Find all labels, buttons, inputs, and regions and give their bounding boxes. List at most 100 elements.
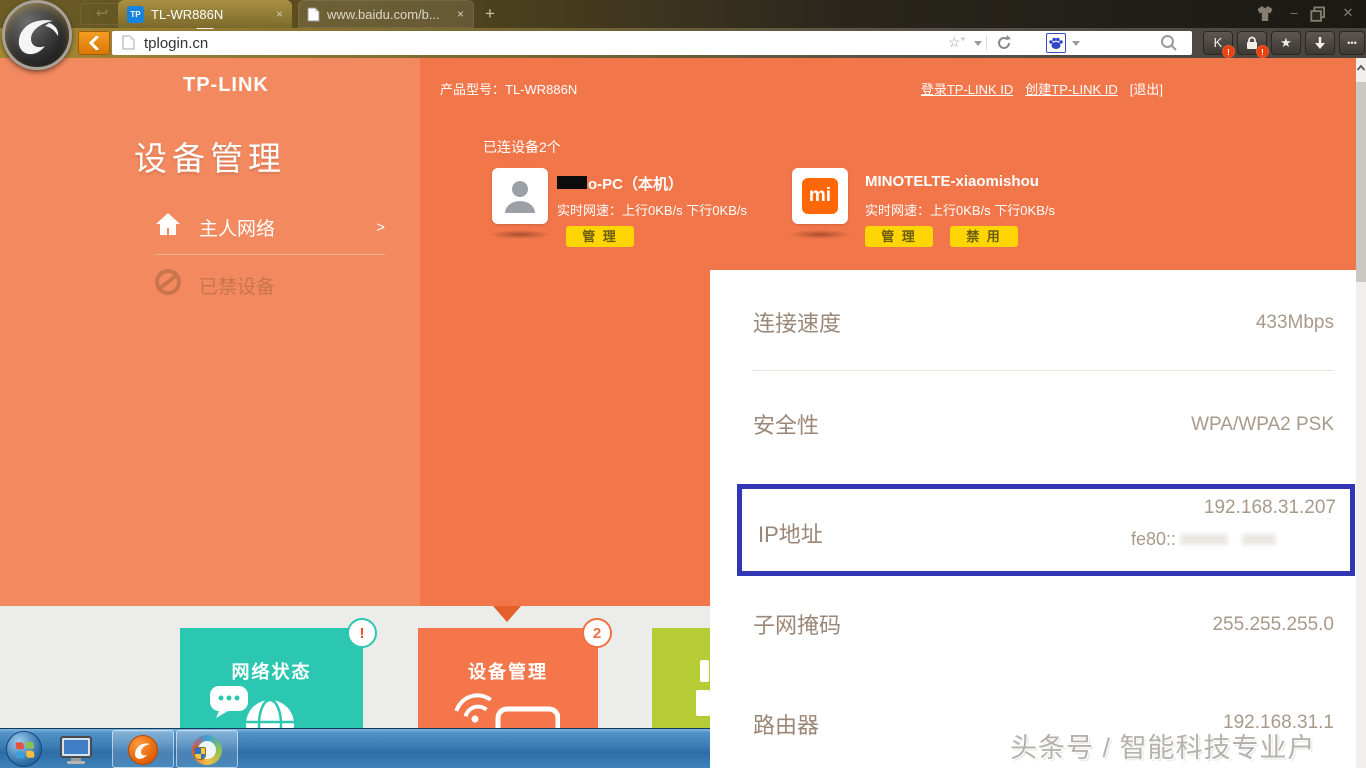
ipv4-value: 192.168.31.207 (1204, 497, 1336, 519)
new-tab-button[interactable]: + (480, 4, 500, 24)
login-tplink-id-link[interactable]: 登录TP-LINK ID (921, 79, 1013, 98)
tab-close-icon[interactable]: × (276, 7, 283, 21)
ipv6-value: fe80:: (1131, 529, 1276, 550)
alert-badge: ! (1222, 45, 1235, 58)
menu-dots-button[interactable]: ••• (1339, 31, 1365, 55)
connection-speed-value: 433Mbps (1256, 312, 1334, 334)
mi-logo-icon: mi (802, 178, 838, 214)
tab-close-icon[interactable]: × (457, 7, 464, 21)
device-name: o-PC（本机） (557, 173, 683, 194)
clipped-label-fragment (700, 660, 709, 682)
page-favicon (307, 7, 320, 22)
detail-label: IP地址 (758, 517, 823, 549)
ban-icon (155, 269, 189, 301)
skin-shirt-icon[interactable] (1252, 5, 1278, 22)
tile-label: 设备管理 (418, 658, 598, 684)
redaction-bar (557, 176, 587, 189)
url-text: tplogin.cn (144, 35, 208, 52)
device-icon-xiaomi: mi (792, 168, 848, 224)
back-button[interactable] (78, 31, 110, 55)
person-icon (492, 168, 548, 224)
device-icon-pc (492, 168, 548, 224)
chevron-right-icon: > (376, 219, 385, 236)
favorites-button[interactable]: ★ (1271, 31, 1301, 55)
device-shadow (789, 230, 851, 239)
windows-flag-icon (16, 742, 35, 759)
globe-chat-icon (208, 686, 304, 728)
selected-tab-pointer (493, 606, 521, 622)
page-scrollbar[interactable] (1356, 58, 1366, 768)
count-badge: 2 (582, 618, 612, 648)
tab-title: www.baidu.com/b... (327, 7, 448, 22)
sidebar-divider (155, 254, 385, 255)
alert-badge: ! (347, 618, 377, 648)
security-app-taskbar-button[interactable] (176, 730, 238, 768)
cheetah-browser-logo[interactable] (2, 0, 72, 70)
detail-label: 路由器 (753, 708, 819, 740)
browser-titlebar: ↩ TP TL-WR886N × www.baidu.com/b... × + … (0, 0, 1366, 28)
nav-tile-device-management[interactable]: 设备管理 (418, 628, 598, 728)
sidebar-item-disabled-devices[interactable]: 已禁设备 (155, 268, 385, 302)
minimize-button[interactable]: – (1283, 5, 1305, 22)
search-icon[interactable] (1160, 34, 1178, 52)
blurred-text (1242, 534, 1276, 545)
subnet-mask-value: 255.255.255.0 (1212, 614, 1334, 636)
tab-title: TL-WR886N (151, 7, 267, 22)
connected-devices-count: 已连设备2个 (483, 137, 561, 157)
page-icon (122, 35, 135, 50)
detail-label: 安全性 (753, 408, 819, 440)
device-detail-panel: 连接速度 433Mbps 安全性 WPA/WPA2 PSK IP地址 192.1… (710, 270, 1356, 768)
alert-badge: ! (1256, 45, 1269, 58)
account-links: 登录TP-LINK ID 创建TP-LINK ID [退出] (921, 79, 1163, 98)
tab-router-admin[interactable]: TP TL-WR886N × (118, 0, 292, 28)
clipped-icon-fragment (696, 690, 710, 716)
browser-toolbar: tplogin.cn ☆+ K ! ! ★ ••• (0, 28, 1366, 58)
detail-label: 连接速度 (753, 306, 841, 338)
device-speed: 实时网速：上行0KB/s 下行0KB/s (557, 200, 747, 219)
start-button[interactable] (6, 731, 42, 767)
create-tplink-id-link[interactable]: 创建TP-LINK ID (1025, 79, 1117, 98)
cheetah-browser-icon (128, 735, 158, 765)
tplink-favicon: TP (127, 6, 144, 23)
scrollbar-thumb[interactable] (1356, 82, 1366, 282)
explorer-taskbar-icon[interactable] (58, 735, 94, 765)
device-speed: 实时网速：上行0KB/s 下行0KB/s (865, 200, 1055, 219)
logout-link[interactable]: [退出] (1130, 79, 1163, 98)
device-name: MINOTELTE-xiaomishou (865, 173, 1039, 190)
uac-shield-icon (194, 747, 206, 760)
restore-button[interactable] (1307, 5, 1329, 22)
bookmark-dropdown-icon[interactable] (974, 41, 982, 46)
close-window-button[interactable]: ✕ (1335, 5, 1361, 22)
page-title: 设备管理 (50, 132, 370, 180)
ip-address-highlight-box: IP地址 192.168.31.207 fe80:: (737, 484, 1355, 576)
home-icon (155, 212, 189, 242)
security-value: WPA/WPA2 PSK (1191, 414, 1334, 436)
detail-label: 子网掩码 (753, 608, 841, 640)
download-button[interactable] (1305, 31, 1335, 55)
address-bar[interactable]: tplogin.cn ☆+ (112, 31, 1192, 55)
refresh-icon[interactable] (996, 35, 1012, 51)
tile-label: 网络状态 (180, 658, 363, 684)
search-engine-dropdown-icon[interactable] (1072, 41, 1080, 46)
manage-button[interactable]: 管 理 (865, 226, 933, 247)
tplink-logo: TP-LINK (183, 74, 269, 97)
baidu-paw-icon[interactable] (1046, 33, 1066, 53)
nav-tile-network-status[interactable]: 网络状态 (180, 628, 363, 728)
manage-button[interactable]: 管 理 (566, 226, 634, 247)
sidebar-item-label: 已禁设备 (199, 272, 275, 299)
cheetah-browser-taskbar-button[interactable] (112, 730, 174, 768)
sidebar-item-main-network[interactable]: 主人网络 > (155, 210, 385, 244)
wifi-device-icon (450, 683, 560, 728)
disable-button[interactable]: 禁 用 (950, 226, 1018, 247)
sidebar-item-label: 主人网络 (199, 214, 275, 241)
screen: TP-LINK 产品型号：TL-WR886N 登录TP-LINK ID 创建TP… (0, 0, 1366, 768)
product-model-label: 产品型号：TL-WR886N (440, 79, 577, 98)
watermark: 头条号 / 智能科技专业户 (1010, 726, 1355, 765)
toolbar-divider (986, 35, 987, 51)
blurred-text (1180, 534, 1228, 545)
device-shadow (489, 230, 551, 239)
row-divider (753, 370, 1334, 371)
tab-baidu[interactable]: www.baidu.com/b... × (298, 0, 474, 28)
scroll-up-icon[interactable] (1356, 63, 1366, 73)
bookmark-add-icon[interactable]: ☆+ (948, 34, 965, 51)
